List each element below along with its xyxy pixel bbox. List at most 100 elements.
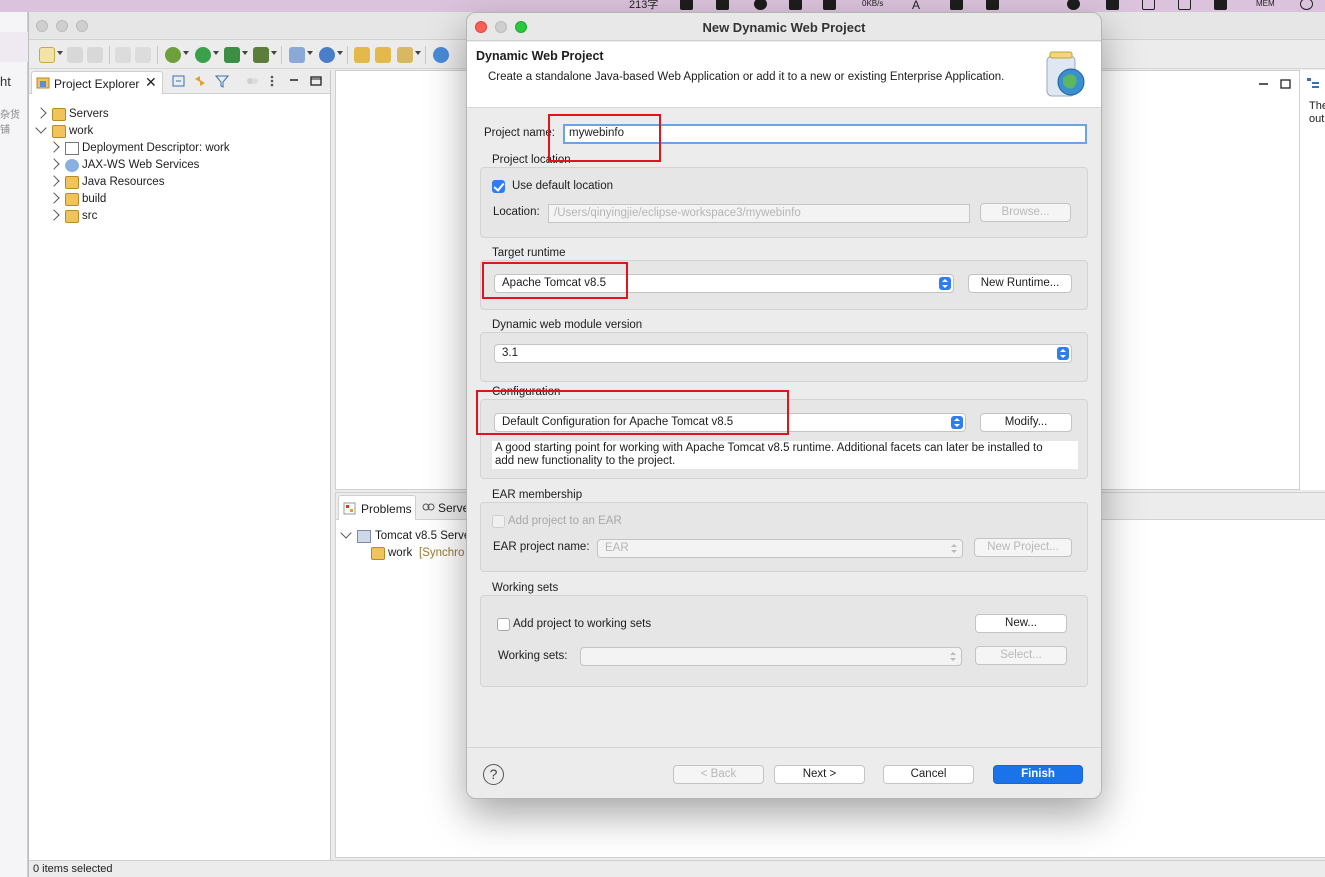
menubar-edit-icon[interactable]: [986, 0, 999, 10]
memory-text: MEM: [1256, 0, 1275, 8]
view-menu-icon[interactable]: [265, 74, 279, 88]
tree-node-jaxws[interactable]: JAX-WS Web Services: [48, 158, 290, 175]
new-wizard-icon[interactable]: [39, 47, 55, 63]
external-tools-icon[interactable]: [253, 47, 269, 63]
menubar-pin-icon[interactable]: [1023, 0, 1036, 10]
add-to-ear-label: Add project to an EAR: [508, 515, 622, 527]
run-icon[interactable]: [195, 47, 211, 63]
ear-membership-group: [480, 502, 1088, 572]
chevron-down-icon[interactable]: [271, 51, 277, 55]
chevron-down-icon[interactable]: [35, 122, 47, 134]
new-server-icon[interactable]: [289, 47, 305, 63]
ear-project-name-label: EAR project name:: [493, 541, 590, 553]
close-window-button[interactable]: [36, 20, 48, 32]
modify-button[interactable]: Modify...: [980, 413, 1072, 432]
banner-description: Create a standalone Java-based Web Appli…: [488, 71, 1005, 83]
chevron-right-icon[interactable]: [48, 209, 60, 221]
chevron-down-icon[interactable]: [183, 51, 189, 55]
next-button[interactable]: Next >: [774, 765, 865, 784]
menubar-building-icon[interactable]: [823, 0, 836, 10]
add-to-ear-checkbox[interactable]: [492, 515, 505, 528]
search-icon[interactable]: [397, 47, 413, 63]
working-sets-select[interactable]: [580, 647, 962, 666]
web-browser-icon[interactable]: [433, 47, 449, 63]
add-to-working-sets-checkbox[interactable]: [497, 618, 510, 631]
new-working-set-button[interactable]: New...: [975, 614, 1067, 633]
new-ear-project-button[interactable]: New Project...: [974, 538, 1072, 557]
debug-icon[interactable]: [165, 47, 181, 63]
minimize-view-icon[interactable]: [287, 74, 301, 88]
menubar-heart-icon[interactable]: [1142, 0, 1155, 10]
chevron-down-icon[interactable]: [415, 51, 421, 55]
chevron-down-icon[interactable]: [337, 51, 343, 55]
tree-node-deployment-descriptor[interactable]: Deployment Descriptor: work: [48, 141, 290, 158]
menubar-box-icon[interactable]: [1106, 0, 1119, 10]
chevron-right-icon[interactable]: [48, 175, 60, 187]
save-all-icon[interactable]: [87, 47, 103, 63]
run-server-icon[interactable]: [224, 47, 240, 63]
maximize-view-icon[interactable]: [309, 74, 323, 88]
redo-icon[interactable]: [135, 47, 151, 63]
working-sets-group: [480, 595, 1088, 687]
module-status: [Synchro: [419, 547, 465, 559]
tree-node-src[interactable]: src: [48, 209, 290, 226]
network-speed-text: 0KB/s: [862, 0, 884, 8]
help-icon[interactable]: ?: [483, 764, 504, 785]
close-icon[interactable]: ✕: [145, 74, 157, 91]
menubar-font-icon[interactable]: A: [912, 0, 925, 12]
open-task-icon[interactable]: [375, 47, 391, 63]
chevron-down-icon[interactable]: [340, 527, 352, 539]
menubar-app-icon[interactable]: [680, 0, 693, 10]
chevron-right-icon[interactable]: [35, 107, 47, 119]
ear-project-name-select[interactable]: EAR: [597, 539, 963, 558]
new-runtime-button[interactable]: New Runtime...: [968, 274, 1072, 293]
open-type-icon[interactable]: [354, 47, 370, 63]
tab-problems[interactable]: Problems: [338, 495, 416, 520]
chevron-down-icon[interactable]: [307, 51, 313, 55]
menubar-search-icon[interactable]: [1300, 0, 1313, 10]
select-working-sets-button[interactable]: Select...: [975, 646, 1067, 665]
maximize-view-icon[interactable]: [1280, 78, 1291, 89]
location-input[interactable]: /Users/qinyingjie/eclipse-workspace3/myw…: [548, 204, 970, 223]
web-project-icon: [52, 125, 66, 138]
link-editor-icon[interactable]: [193, 74, 207, 88]
chevron-down-icon[interactable]: [213, 51, 219, 55]
minimize-view-icon[interactable]: [1258, 78, 1269, 88]
zoom-window-button[interactable]: [76, 20, 88, 32]
browse-button[interactable]: Browse...: [980, 203, 1071, 222]
menubar-shield-icon[interactable]: [1178, 0, 1191, 10]
module-version-select[interactable]: 3.1: [494, 344, 1072, 363]
chevron-right-icon[interactable]: [48, 141, 60, 153]
configuration-description-line-1: A good starting point for working with A…: [495, 442, 1043, 454]
minimize-window-button[interactable]: [56, 20, 68, 32]
back-button[interactable]: < Back: [673, 765, 764, 784]
new-class-icon[interactable]: [319, 47, 335, 63]
chevron-down-icon[interactable]: [242, 51, 248, 55]
menubar-hat-icon[interactable]: [1067, 0, 1080, 10]
java-resources-icon: [65, 176, 79, 189]
tree-node-build[interactable]: build: [48, 192, 290, 209]
undo-icon[interactable]: [115, 47, 131, 63]
tab-project-explorer[interactable]: Project Explorer ✕: [31, 71, 163, 94]
tree-node-servers[interactable]: Servers: [35, 107, 237, 124]
filter-icon[interactable]: [214, 74, 230, 88]
outline-icon[interactable]: [1306, 76, 1320, 90]
menubar-bookmark-icon[interactable]: [950, 0, 963, 10]
chevron-right-icon[interactable]: [48, 192, 60, 204]
tree-node-work[interactable]: work: [35, 122, 237, 141]
outline-line-1: The: [1309, 100, 1325, 112]
use-default-location-checkbox[interactable]: [492, 180, 505, 193]
finish-button[interactable]: Finish: [993, 765, 1083, 784]
save-icon[interactable]: [67, 47, 83, 63]
focus-task-icon[interactable]: [245, 74, 259, 88]
tree-node-java-resources[interactable]: Java Resources: [48, 175, 290, 192]
menubar-tray-icon[interactable]: [754, 0, 767, 10]
chevron-down-icon[interactable]: [57, 51, 63, 55]
menubar-monitor-icon[interactable]: [1214, 0, 1227, 10]
menubar-arrow-icon[interactable]: [789, 0, 802, 10]
chevron-right-icon[interactable]: [48, 158, 60, 170]
background-tab[interactable]: [0, 32, 28, 62]
menubar-w-icon[interactable]: [716, 0, 729, 10]
collapse-all-icon[interactable]: [172, 74, 186, 88]
cancel-button[interactable]: Cancel: [883, 765, 974, 784]
